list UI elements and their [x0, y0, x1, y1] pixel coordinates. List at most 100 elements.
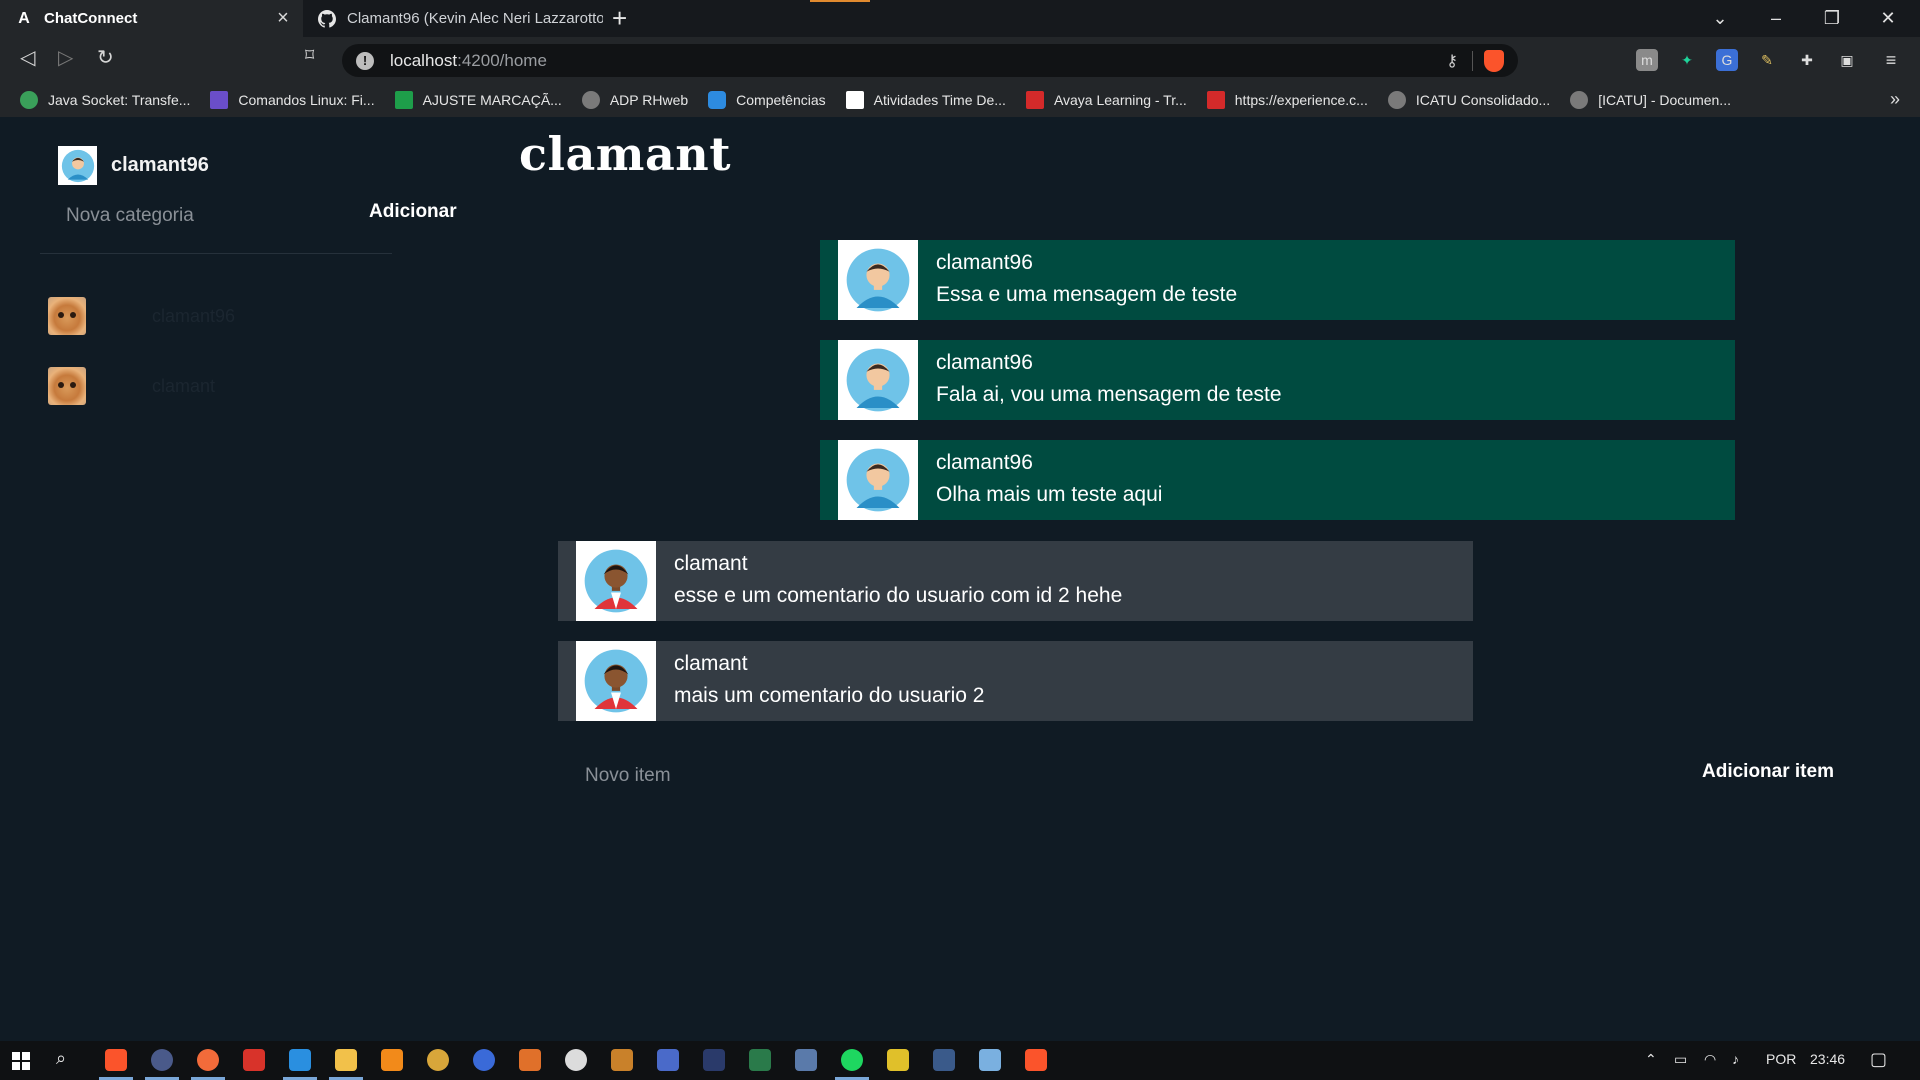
- bookmark-label: [ICATU] - Documen...: [1598, 92, 1731, 108]
- battery-icon[interactable]: ▭: [1674, 1051, 1687, 1068]
- github-icon: [317, 9, 337, 29]
- menu-icon[interactable]: ≡: [1880, 49, 1902, 71]
- forward-icon[interactable]: ▷: [58, 45, 73, 70]
- restore-button[interactable]: ❐: [1804, 0, 1860, 37]
- bookmark-icon: [394, 91, 413, 109]
- app-icon[interactable]: [427, 1049, 449, 1071]
- tab-chatconnect[interactable]: A ChatConnect ×: [0, 0, 303, 37]
- browser-toolbar: ◁ ▷ ↻ ⌑ ! localhost:4200/home ⚷ m ✦ G ✎ …: [0, 37, 1920, 83]
- new-item-input[interactable]: [585, 759, 1285, 793]
- app-icon[interactable]: [151, 1049, 173, 1071]
- extension-m-icon[interactable]: m: [1636, 49, 1658, 71]
- language-indicator[interactable]: POR: [1766, 1051, 1796, 1067]
- bookmark-label: https://experience.c...: [1234, 92, 1368, 108]
- extension-bird-icon[interactable]: ✦: [1676, 49, 1698, 71]
- notifications-icon[interactable]: ▢: [1870, 1049, 1887, 1070]
- user-avatar-icon: [846, 448, 910, 512]
- bookmark-item[interactable]: ICATU Consolidado...: [1387, 91, 1550, 109]
- brave-shields-icon[interactable]: [1484, 49, 1504, 72]
- close-window-button[interactable]: ✕: [1860, 0, 1916, 37]
- url-host: localhost: [390, 50, 458, 70]
- message-item: clamant96 Fala ai, vou uma mensagem de t…: [820, 340, 1735, 420]
- search-icon[interactable]: ⌕: [56, 1048, 66, 1069]
- app-icon[interactable]: [979, 1049, 1001, 1071]
- bookmark-item[interactable]: Comandos Linux: Fi...: [210, 91, 375, 109]
- clock[interactable]: 23:46: [1810, 1051, 1845, 1067]
- wallet-icon[interactable]: ▣: [1836, 49, 1858, 71]
- puzzle-icon[interactable]: ✚: [1796, 49, 1818, 71]
- translate-icon[interactable]: G: [1716, 49, 1738, 71]
- tab-search-icon[interactable]: ⌄: [1692, 0, 1748, 37]
- bookmark-label: AJUSTE MARCAÇÃ...: [422, 92, 562, 108]
- vscode-icon[interactable]: [289, 1049, 311, 1071]
- bookmark-item[interactable]: Competências: [708, 91, 826, 109]
- folder-icon[interactable]: [335, 1049, 357, 1071]
- contact-item[interactable]: clamant96: [48, 296, 448, 336]
- bookmark-icon[interactable]: ⌑: [305, 45, 314, 66]
- new-tab-button[interactable]: +: [612, 3, 627, 34]
- app-icon[interactable]: [887, 1049, 909, 1071]
- bookmark-item[interactable]: Atividades Time De...: [845, 91, 1006, 109]
- bookmark-item[interactable]: ADP RHweb: [581, 91, 689, 109]
- postgres-icon[interactable]: [795, 1049, 817, 1071]
- app-icon[interactable]: [749, 1049, 771, 1071]
- add-item-button[interactable]: Adicionar item: [1702, 761, 1834, 783]
- bookmark-label: Competências: [736, 92, 826, 108]
- app-icon[interactable]: [565, 1049, 587, 1071]
- cloud-icon: [708, 91, 727, 109]
- postman-icon[interactable]: [197, 1049, 219, 1071]
- contact-name: clamant: [152, 375, 216, 396]
- windows-start-icon[interactable]: [12, 1052, 30, 1070]
- brave-icon[interactable]: [1025, 1049, 1047, 1071]
- contact-item[interactable]: clamant: [48, 366, 448, 406]
- room-title: clamant: [519, 127, 731, 181]
- brave-beta-icon[interactable]: [243, 1049, 265, 1071]
- more-bookmarks-button[interactable]: »: [1890, 89, 1900, 110]
- bookmark-item[interactable]: [ICATU] - Documen...: [1570, 91, 1731, 109]
- bookmark-icon: [845, 91, 864, 109]
- app-icon[interactable]: [519, 1049, 541, 1071]
- bookmark-icon: [1025, 91, 1044, 109]
- current-user: clamant96: [58, 146, 209, 185]
- app-icon[interactable]: [473, 1049, 495, 1071]
- tab-github[interactable]: Clamant96 (Kevin Alec Neri Lazzarotto: [303, 0, 603, 37]
- app-icon[interactable]: [381, 1049, 403, 1071]
- url-text[interactable]: localhost:4200/home: [390, 51, 547, 71]
- bookmark-item[interactable]: Avaya Learning - Tr...: [1025, 91, 1187, 109]
- volume-icon[interactable]: ♪: [1732, 1051, 1739, 1067]
- bookmark-item[interactable]: Java Socket: Transfe...: [20, 91, 190, 109]
- browser-tab-bar: A ChatConnect × Clamant96 (Kevin Alec Ne…: [0, 0, 1920, 37]
- new-category-input[interactable]: [66, 200, 356, 232]
- spotify-icon[interactable]: [841, 1049, 863, 1071]
- bookmark-item[interactable]: https://experience.c...: [1206, 91, 1368, 109]
- reload-icon[interactable]: ↻: [97, 45, 114, 70]
- avatar: [838, 440, 918, 520]
- app-icon[interactable]: [611, 1049, 633, 1071]
- key-icon[interactable]: ⚷: [1446, 51, 1458, 71]
- divider: [40, 253, 392, 254]
- brave-icon[interactable]: [105, 1049, 127, 1071]
- message-author: clamant: [674, 652, 748, 675]
- message-text: Fala ai, vou uma mensagem de teste: [936, 383, 1282, 406]
- close-icon[interactable]: ×: [271, 7, 295, 30]
- wifi-icon[interactable]: ◠: [1704, 1051, 1716, 1068]
- add-category-button[interactable]: Adicionar: [369, 201, 457, 223]
- user-avatar-icon: [846, 348, 910, 412]
- back-icon[interactable]: ◁: [20, 45, 35, 70]
- chevron-up-icon[interactable]: ⌃: [1645, 1051, 1657, 1068]
- minimize-button[interactable]: –: [1748, 0, 1804, 37]
- tab-title: ChatConnect: [44, 10, 138, 27]
- contact-name: clamant96: [152, 305, 236, 326]
- bookmark-label: Java Socket: Transfe...: [48, 92, 191, 108]
- app-icon[interactable]: [703, 1049, 725, 1071]
- message-text: Essa e uma mensagem de teste: [936, 283, 1238, 306]
- user-avatar-icon: [584, 649, 648, 713]
- app-icon[interactable]: [657, 1049, 679, 1071]
- sidebar: clamant96 Adicionar clamant96 clamant: [40, 117, 460, 1017]
- bookmark-item[interactable]: AJUSTE MARCAÇÃ...: [394, 91, 562, 109]
- address-bar[interactable]: ! localhost:4200/home ⚷: [342, 44, 1518, 77]
- extension-pen-icon[interactable]: ✎: [1756, 49, 1778, 71]
- bookmark-label: ADP RHweb: [609, 92, 689, 108]
- site-info-icon[interactable]: !: [356, 51, 374, 70]
- app-icon[interactable]: [933, 1049, 955, 1071]
